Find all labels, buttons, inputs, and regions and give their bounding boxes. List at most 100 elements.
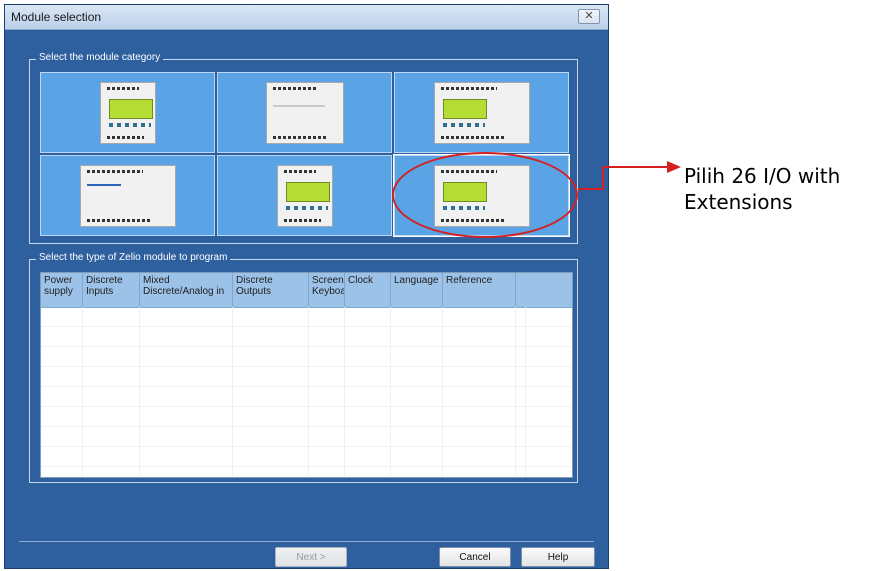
table-cell xyxy=(309,327,345,346)
title-bar: Module selection ✕ xyxy=(5,5,608,30)
table-body xyxy=(41,307,572,477)
table-cell xyxy=(345,407,391,426)
column-header-clock[interactable]: Clock xyxy=(345,273,391,307)
table-cell xyxy=(345,327,391,346)
table-row xyxy=(41,327,572,347)
column-header-discrete-inputs[interactable]: Discrete Inputs xyxy=(83,273,140,307)
category-tile-2[interactable] xyxy=(217,72,392,153)
table-cell xyxy=(83,407,140,426)
column-header-language[interactable]: Language xyxy=(391,273,443,307)
table-row xyxy=(41,347,572,367)
table-header: Power supply Discrete Inputs Mixed Discr… xyxy=(41,273,572,308)
module-type-table[interactable]: Power supply Discrete Inputs Mixed Discr… xyxy=(40,272,573,478)
table-cell xyxy=(140,327,233,346)
table-row xyxy=(41,367,572,387)
table-cell xyxy=(41,387,83,406)
table-cell xyxy=(309,407,345,426)
next-button[interactable]: Next > xyxy=(275,547,347,567)
column-header-discrete-outputs[interactable]: Discrete Outputs xyxy=(233,273,309,307)
table-cell xyxy=(140,307,233,326)
highlight-ellipse xyxy=(392,152,578,238)
table-cell xyxy=(391,307,443,326)
table-cell xyxy=(443,387,516,406)
table-cell xyxy=(41,367,83,386)
table-cell xyxy=(83,327,140,346)
table-row xyxy=(41,407,572,427)
dialog-title: Module selection xyxy=(11,10,102,24)
table-cell xyxy=(516,447,526,466)
table-cell xyxy=(391,327,443,346)
column-header-screen-keyboard[interactable]: Screen Keyboa xyxy=(309,273,345,307)
zelio-module-icon xyxy=(99,81,156,144)
category-tile-1[interactable] xyxy=(40,72,215,153)
table-cell xyxy=(391,347,443,366)
table-cell xyxy=(233,427,309,446)
table-cell xyxy=(345,347,391,366)
table-cell xyxy=(391,407,443,426)
table-cell xyxy=(140,407,233,426)
table-cell xyxy=(516,387,526,406)
table-cell xyxy=(233,347,309,366)
table-cell xyxy=(83,307,140,326)
column-header-spacer xyxy=(516,273,526,307)
close-button[interactable]: ✕ xyxy=(578,9,600,24)
table-cell xyxy=(443,347,516,366)
cancel-button[interactable]: Cancel xyxy=(439,547,511,567)
table-cell xyxy=(233,467,309,477)
column-header-power-supply[interactable]: Power supply xyxy=(41,273,83,307)
module-type-group: Select the type of Zelio module to progr… xyxy=(29,252,578,483)
close-icon: ✕ xyxy=(584,10,594,22)
table-cell xyxy=(345,387,391,406)
table-cell xyxy=(345,467,391,477)
table-cell xyxy=(83,387,140,406)
table-cell xyxy=(41,307,83,326)
table-cell xyxy=(140,387,233,406)
table-cell xyxy=(516,467,526,477)
zelio-module-icon xyxy=(265,81,344,144)
table-cell xyxy=(41,427,83,446)
table-cell xyxy=(309,467,345,477)
column-header-mixed-inputs[interactable]: Mixed Discrete/Analog in xyxy=(140,273,233,307)
table-cell xyxy=(41,347,83,366)
zelio-module-icon xyxy=(433,81,530,144)
table-cell xyxy=(41,447,83,466)
table-cell xyxy=(309,447,345,466)
module-selection-dialog: Module selection ✕ Select the module cat… xyxy=(4,4,609,569)
category-tile-3[interactable] xyxy=(394,72,569,153)
table-cell xyxy=(516,307,526,326)
table-cell xyxy=(83,367,140,386)
table-cell xyxy=(516,427,526,446)
table-cell xyxy=(309,367,345,386)
table-cell xyxy=(443,367,516,386)
table-cell xyxy=(233,367,309,386)
module-type-label: Select the type of Zelio module to progr… xyxy=(36,252,231,263)
table-cell xyxy=(443,307,516,326)
table-row xyxy=(41,467,572,477)
table-cell xyxy=(391,387,443,406)
table-row xyxy=(41,307,572,327)
table-cell xyxy=(516,367,526,386)
table-row xyxy=(41,447,572,467)
table-cell xyxy=(516,327,526,346)
table-cell xyxy=(140,467,233,477)
table-cell xyxy=(140,347,233,366)
table-cell xyxy=(140,447,233,466)
table-cell xyxy=(233,407,309,426)
table-cell xyxy=(233,387,309,406)
annotation-text: Pilih 26 I/O with Extensions xyxy=(684,164,841,214)
category-tile-4[interactable] xyxy=(40,155,215,236)
table-cell xyxy=(41,467,83,477)
table-cell xyxy=(233,307,309,326)
zelio-module-icon xyxy=(79,164,176,227)
table-cell xyxy=(83,347,140,366)
zelio-module-icon xyxy=(276,164,333,227)
column-header-reference[interactable]: Reference xyxy=(443,273,516,307)
table-cell xyxy=(41,327,83,346)
table-cell xyxy=(443,447,516,466)
footer-separator xyxy=(19,541,594,542)
help-button[interactable]: Help xyxy=(521,547,595,567)
table-cell xyxy=(140,367,233,386)
table-cell xyxy=(309,347,345,366)
table-row xyxy=(41,427,572,447)
category-tile-5[interactable] xyxy=(217,155,392,236)
